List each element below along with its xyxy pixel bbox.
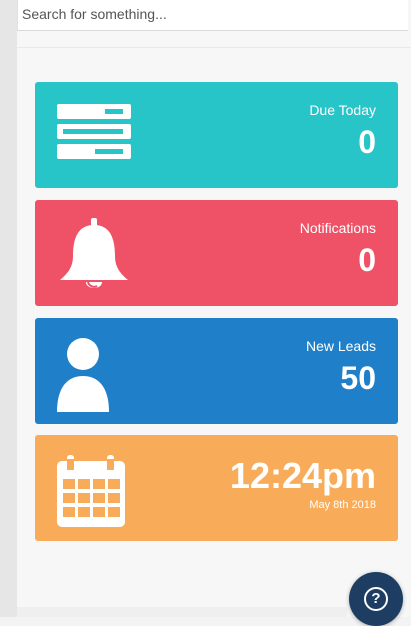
due-today-card[interactable]: Due Today 0 xyxy=(35,82,398,188)
divider xyxy=(17,47,411,48)
left-gutter xyxy=(0,0,17,617)
help-icon: ? xyxy=(364,587,388,611)
due-today-count: 0 xyxy=(358,124,376,160)
bottom-strip xyxy=(17,607,347,617)
search-input[interactable] xyxy=(18,0,408,28)
help-button[interactable]: ? xyxy=(349,572,403,626)
search-bar[interactable] xyxy=(17,0,408,31)
user-icon xyxy=(57,338,109,412)
current-time: 12:24pm xyxy=(229,455,376,496)
new-leads-label: New Leads xyxy=(305,338,376,354)
bell-icon xyxy=(60,218,128,288)
list-icon xyxy=(57,104,131,159)
notifications-count: 0 xyxy=(358,242,376,278)
notifications-card[interactable]: Notifications 0 xyxy=(35,200,398,306)
current-date: May 8th 2018 xyxy=(309,499,376,511)
new-leads-count: 50 xyxy=(340,360,376,396)
due-today-label: Due Today xyxy=(309,102,376,118)
calendar-icon xyxy=(57,455,125,527)
new-leads-card[interactable]: New Leads 50 xyxy=(35,318,398,424)
notifications-label: Notifications xyxy=(299,220,376,236)
clock-card: 12:24pm May 8th 2018 xyxy=(35,435,398,541)
